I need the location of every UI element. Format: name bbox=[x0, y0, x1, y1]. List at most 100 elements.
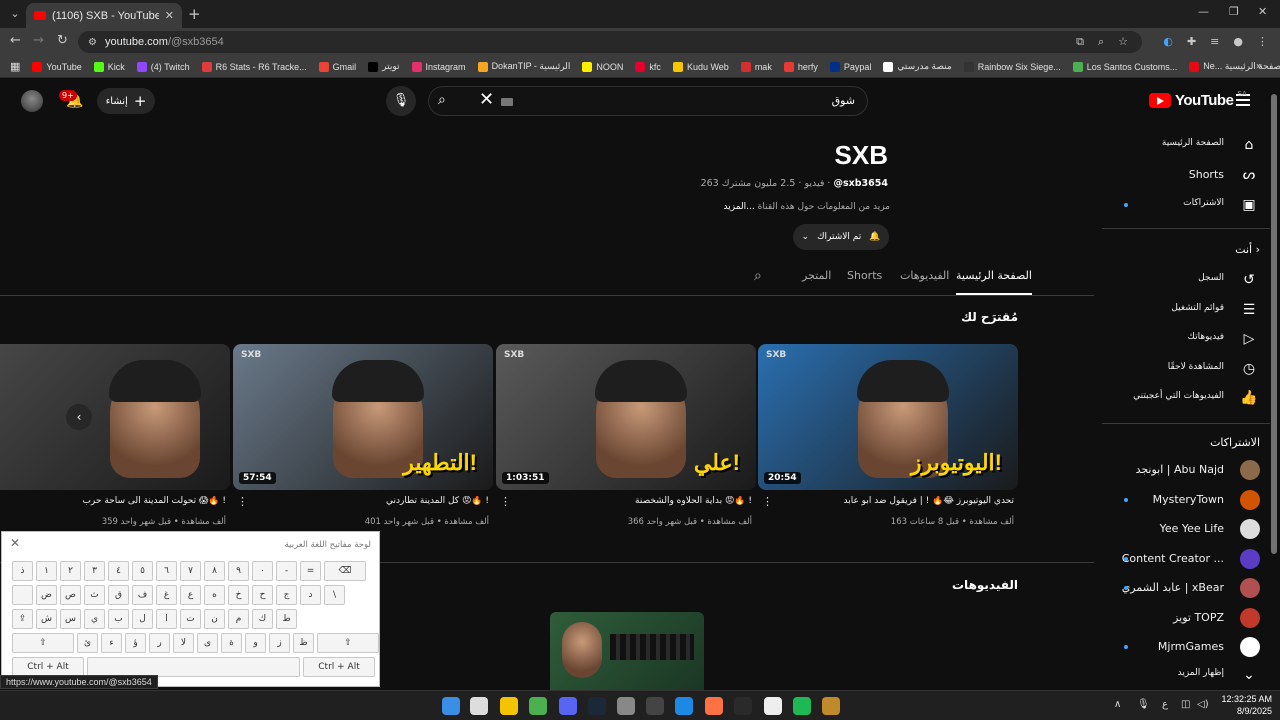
video-title[interactable]: تحولت المدينة الى ساحة حرب 😱🔥 ! bbox=[0, 496, 226, 506]
keyboard-key[interactable]: ض bbox=[36, 585, 57, 605]
keyboard-key[interactable]: د bbox=[300, 585, 321, 605]
sidebar-subscription[interactable]: Yee Yee Life bbox=[1102, 514, 1262, 544]
voice-search-icon[interactable]: 🎙 bbox=[386, 86, 416, 116]
keyboard-key[interactable]: ء bbox=[101, 633, 122, 653]
bookmark-item[interactable]: Kick bbox=[93, 61, 125, 72]
sidebar-subscription[interactable]: Content Creator ... bbox=[1102, 544, 1262, 574]
taskbar-clock[interactable]: 12:32:25 AM 8/9/2025 bbox=[1210, 693, 1272, 717]
account-avatar[interactable] bbox=[21, 90, 43, 112]
backspace-key[interactable]: ⌫ bbox=[324, 561, 366, 581]
video-thumbnail[interactable]: SXB bbox=[0, 344, 230, 490]
shift-left-key[interactable]: ⇧ bbox=[12, 633, 74, 653]
keyboard-key[interactable]: \ bbox=[324, 585, 345, 605]
tray-chevron-icon[interactable]: ∧ bbox=[1114, 699, 1121, 710]
apps-grid-icon[interactable]: ▦ bbox=[10, 60, 20, 73]
bookmark-item[interactable]: kfc bbox=[635, 61, 661, 72]
restore-icon[interactable]: ❐ bbox=[1229, 5, 1239, 18]
tab-close-icon[interactable]: ✕ bbox=[165, 9, 174, 22]
video-card[interactable]: SXB علي! 1:03:51 بداية الحلاوه والشخصنة 😡🔥 … bbox=[496, 344, 756, 527]
keyboard-key[interactable]: ك bbox=[252, 609, 273, 629]
bookmark-item[interactable]: Ne... الصفحة الرئيسية bbox=[1189, 61, 1280, 72]
site-info-icon[interactable]: ⚙ bbox=[88, 37, 97, 48]
sidebar-subscription[interactable]: عابد الشمري | xBear bbox=[1102, 573, 1262, 603]
epic-games-icon[interactable] bbox=[734, 697, 752, 715]
bookmark-item[interactable]: DokanTIP - الرئيسية bbox=[477, 61, 570, 72]
reading-list-icon[interactable]: ≡ bbox=[1210, 35, 1219, 48]
keyboard-key[interactable]: ص bbox=[60, 585, 81, 605]
keyboard-key[interactable]: ؤ bbox=[125, 633, 146, 653]
video-menu-icon[interactable]: ⋮ bbox=[500, 495, 511, 508]
keyboard-key[interactable]: ٠ bbox=[252, 561, 273, 581]
channel-search-icon[interactable]: ⌕ bbox=[754, 268, 762, 284]
keyboard-key[interactable]: ئ bbox=[77, 633, 98, 653]
video-title[interactable]: تحدي اليوتيوبرز 😂🔥 ! | فريقول ضد ابو عاب… bbox=[784, 496, 1014, 506]
ctrl-alt-right-key[interactable]: Ctrl + Alt bbox=[303, 657, 375, 677]
tab-shorts[interactable]: Shorts bbox=[847, 269, 882, 282]
discord-icon[interactable] bbox=[559, 697, 577, 715]
bookmark-item[interactable]: mak bbox=[740, 61, 772, 72]
app-icon[interactable] bbox=[705, 697, 723, 715]
keyboard-key[interactable]: ي bbox=[84, 609, 105, 629]
keyboard-key[interactable]: ث bbox=[84, 585, 105, 605]
install-app-icon[interactable]: ⧉ bbox=[1076, 35, 1084, 49]
keyboard-key[interactable]: ز bbox=[269, 633, 290, 653]
bookmark-item[interactable]: (4) Twitch bbox=[136, 61, 190, 72]
keyboard-key[interactable]: ٢ bbox=[60, 561, 81, 581]
video-thumbnail[interactable]: SXB التطهير! 57:54 bbox=[233, 344, 493, 490]
keyboard-key[interactable]: ش bbox=[36, 609, 57, 629]
video-title[interactable]: بداية الحلاوه والشخصنة 😡🔥 ! bbox=[522, 496, 752, 506]
app-icon[interactable] bbox=[675, 697, 693, 715]
keyboard-key[interactable]: ح bbox=[252, 585, 273, 605]
steam-icon[interactable] bbox=[588, 697, 606, 715]
tray-mic-icon[interactable]: 🎙 bbox=[1137, 699, 1150, 710]
carousel-prev-icon[interactable]: ‹ bbox=[66, 404, 92, 430]
browser-tab[interactable]: (1106) SXB - YouTube ✕ bbox=[26, 3, 182, 28]
show-more-button[interactable]: إظهار المزيد ⌄ bbox=[1102, 660, 1262, 690]
keyboard-key[interactable]: غ bbox=[156, 585, 177, 605]
keyboard-key[interactable]: - bbox=[276, 561, 297, 581]
chrome-icon[interactable] bbox=[529, 697, 547, 715]
reload-icon[interactable]: ↻ bbox=[57, 33, 68, 48]
search-icon[interactable]: ⌕ bbox=[438, 92, 446, 108]
obs-icon[interactable] bbox=[646, 697, 664, 715]
back-icon[interactable]: ← bbox=[10, 33, 21, 48]
keyboard-key[interactable]: ظ bbox=[293, 633, 314, 653]
video-thumbnail[interactable] bbox=[550, 612, 704, 692]
sidebar-item[interactable]: Shorts ᔕ bbox=[1102, 160, 1262, 190]
space-key[interactable] bbox=[87, 657, 300, 677]
keyboard-key[interactable]: ه bbox=[204, 585, 225, 605]
search-icon[interactable] bbox=[470, 697, 488, 715]
video-card[interactable]: SXB تحولت المدينة الى ساحة حرب 😱🔥 ! 359 أل… bbox=[0, 344, 230, 527]
keyboard-key[interactable]: ا bbox=[156, 609, 177, 629]
keyboard-key[interactable]: ٩ bbox=[228, 561, 249, 581]
zoom-icon[interactable]: ⌕ bbox=[1098, 35, 1104, 49]
tab-videos[interactable]: الفيديوهات bbox=[900, 269, 949, 282]
bookmark-item[interactable]: NOON bbox=[582, 61, 623, 72]
bookmark-item[interactable]: Kudu Web bbox=[672, 61, 729, 72]
sidebar-subscription[interactable]: تويز TOPZ bbox=[1102, 603, 1262, 633]
keyboard-key[interactable]: ى bbox=[197, 633, 218, 653]
file-explorer-icon[interactable] bbox=[500, 697, 518, 715]
sidebar-item[interactable]: فيديوهاتك ▷ bbox=[1102, 324, 1262, 354]
video-menu-icon[interactable]: ⋮ bbox=[237, 495, 248, 508]
more-bookmarks-icon[interactable]: » bbox=[1256, 61, 1262, 72]
bookmark-item[interactable]: Los Santos Customs... bbox=[1072, 61, 1177, 72]
tab-store[interactable]: المتجر bbox=[802, 269, 831, 282]
minimize-icon[interactable]: — bbox=[1198, 5, 1209, 18]
keyboard-key[interactable]: ٧ bbox=[180, 561, 201, 581]
windows-start-icon[interactable] bbox=[442, 697, 460, 715]
bookmark-star-icon[interactable]: ☆ bbox=[1118, 35, 1128, 49]
bookmark-item[interactable]: تويتر bbox=[368, 61, 400, 72]
bookmark-item[interactable]: R6 Stats - R6 Tracke... bbox=[201, 61, 307, 72]
keyboard-key[interactable]: = bbox=[300, 561, 321, 581]
channel-description[interactable]: مزيد من المعلومات حول هذه القناة ...المز… bbox=[620, 202, 890, 212]
keyboard-key[interactable]: ٥ bbox=[132, 561, 153, 581]
profile-avatar-icon[interactable]: ● bbox=[1233, 35, 1243, 48]
shift-right-key[interactable]: ⇧ bbox=[317, 633, 379, 653]
sidebar-item[interactable]: قوائم التشغيل ☰ bbox=[1102, 295, 1262, 325]
video-menu-icon[interactable]: ⋮ bbox=[762, 495, 773, 508]
bookmark-item[interactable]: Rainbow Six Siege... bbox=[963, 61, 1061, 72]
sidebar-item[interactable]: الفيديوهات التي أعجبتني 👍 bbox=[1102, 383, 1262, 413]
keyboard-key[interactable]: خ bbox=[228, 585, 249, 605]
keyboard-key[interactable]: ر bbox=[149, 633, 170, 653]
